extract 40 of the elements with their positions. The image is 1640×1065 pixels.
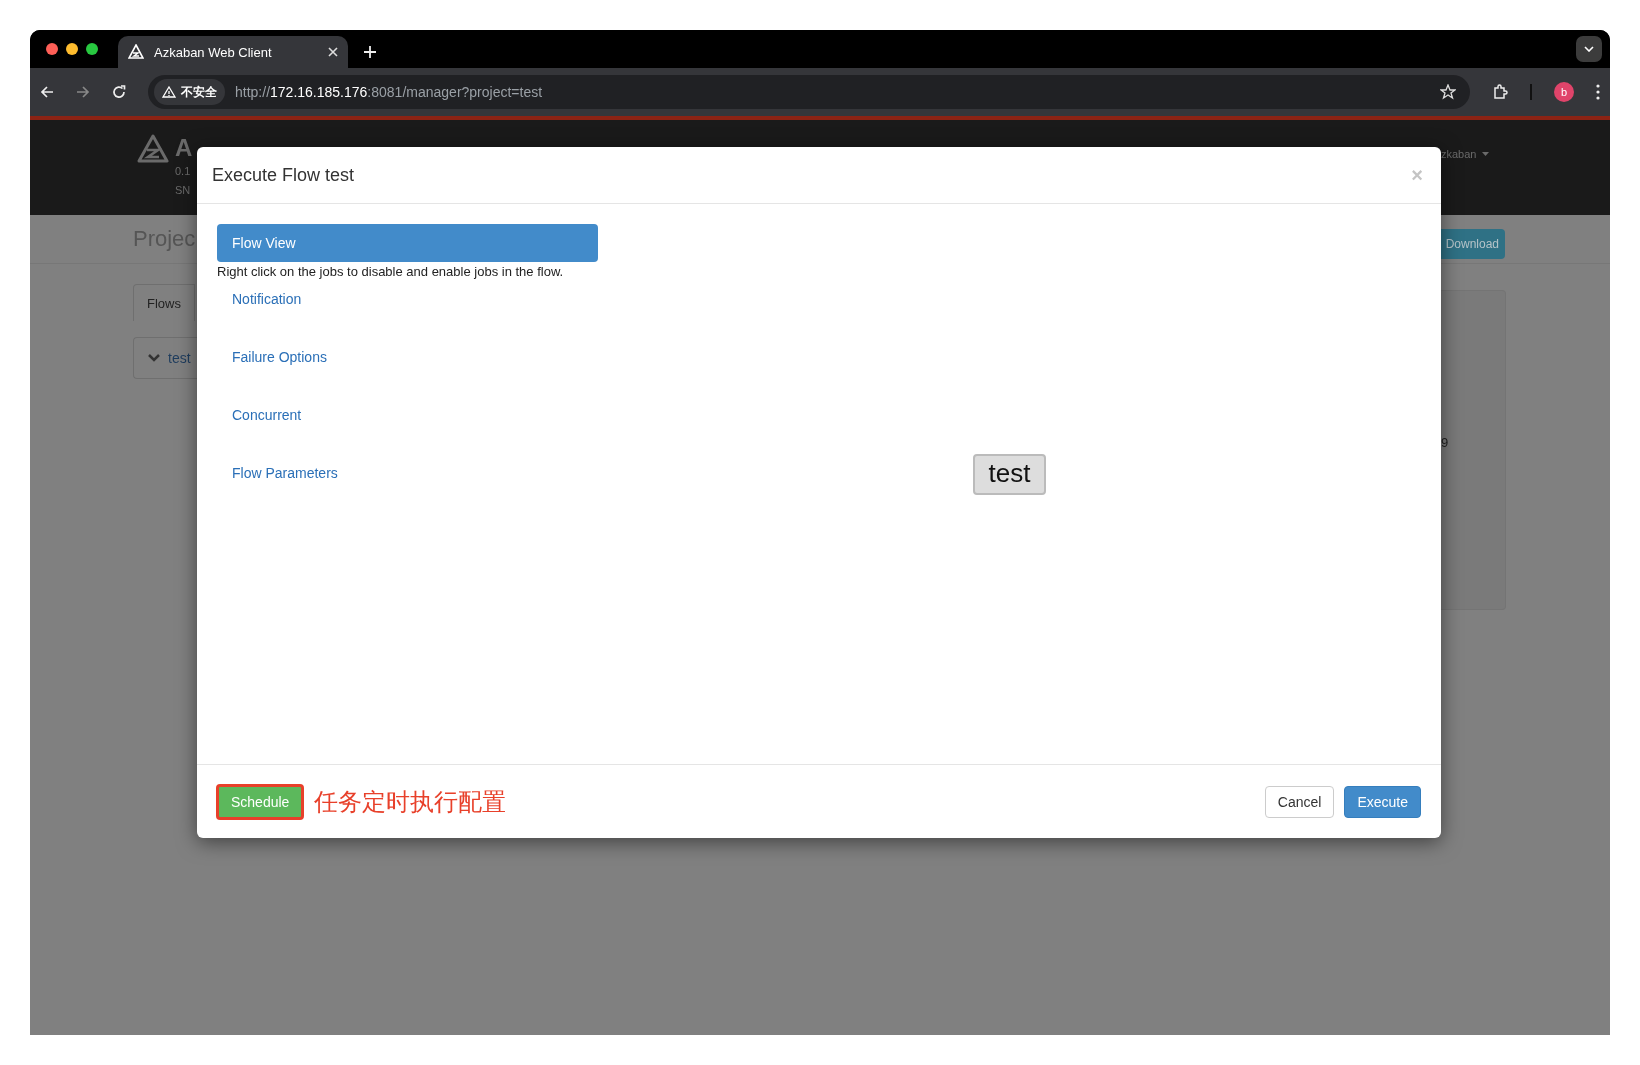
reload-icon[interactable] — [112, 85, 126, 99]
dialog-nav-item[interactable]: Notification — [217, 279, 317, 319]
dialog-nav-item[interactable]: Flow View — [217, 224, 598, 262]
version-text: SN — [175, 183, 192, 198]
dialog-nav-item[interactable]: Failure Options — [217, 337, 342, 377]
cancel-button[interactable]: Cancel — [1264, 785, 1335, 818]
user-menu[interactable]: zkaban — [1441, 148, 1477, 160]
caret-icon — [1482, 152, 1490, 156]
dialog-nav-item[interactable]: Flow Parameters — [217, 453, 353, 493]
new-tab-icon[interactable] — [364, 46, 376, 58]
close-window-dot[interactable] — [46, 43, 58, 55]
flow-view-hint: Right click on the jobs to disable and enable jobs in the flow. — [217, 264, 565, 279]
dialog-nav-item[interactable]: Concurrent — [217, 395, 317, 435]
profile-avatar[interactable]: b — [1554, 82, 1574, 102]
chevron-down-icon — [148, 354, 160, 362]
chevron-down-icon — [1584, 46, 1594, 52]
security-label: 不安全 — [181, 83, 217, 101]
more-icon[interactable] — [1596, 84, 1600, 100]
star-icon[interactable] — [1440, 84, 1456, 100]
minimize-window-dot[interactable] — [66, 43, 78, 55]
extensions-icon[interactable] — [1492, 84, 1508, 100]
azkaban-logo-icon — [137, 134, 169, 164]
tab-menu-button[interactable] — [1576, 36, 1602, 62]
address-url[interactable]: http://172.16.185.176:8081/manager?project=test — [235, 84, 1430, 100]
job-node[interactable]: test — [972, 453, 1047, 495]
warning-icon — [162, 86, 176, 98]
panel-text: 9 — [1441, 435, 1449, 450]
version-text: 0.1 — [175, 164, 192, 179]
azkaban-logo-icon — [128, 44, 144, 60]
flows-tab[interactable]: Flows — [133, 284, 195, 321]
close-icon[interactable] — [328, 47, 338, 57]
brand-name: A — [175, 134, 193, 162]
dialog-title: Execute Flow test — [212, 164, 355, 186]
forward-icon[interactable] — [76, 85, 90, 99]
security-chip[interactable]: 不安全 — [154, 79, 225, 105]
maximize-window-dot[interactable] — [86, 43, 98, 55]
annotation-text: 任务定时执行配置 — [314, 786, 508, 817]
execute-button[interactable]: Execute — [1344, 785, 1421, 818]
download-button[interactable]: Download — [1441, 229, 1505, 259]
back-icon[interactable] — [40, 85, 54, 99]
